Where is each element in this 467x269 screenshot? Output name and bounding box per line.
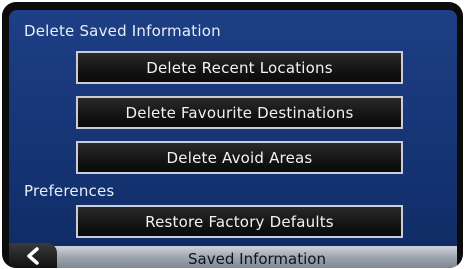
delete-saved-information-heading: Delete Saved Information xyxy=(24,22,221,40)
screen-title: Saved Information xyxy=(188,250,326,268)
delete-favourite-destinations-button[interactable]: Delete Favourite Destinations xyxy=(76,96,403,129)
back-button[interactable] xyxy=(9,243,57,268)
restore-factory-defaults-button[interactable]: Restore Factory Defaults xyxy=(76,205,403,238)
preferences-heading: Preferences xyxy=(24,182,115,200)
delete-recent-locations-button[interactable]: Delete Recent Locations xyxy=(76,51,403,84)
device-frame: Delete Saved Information Delete Recent L… xyxy=(2,2,463,268)
delete-avoid-areas-button[interactable]: Delete Avoid Areas xyxy=(76,141,403,174)
saved-information-screen: Delete Saved Information Delete Recent L… xyxy=(9,10,457,268)
chevron-left-icon xyxy=(27,246,39,265)
